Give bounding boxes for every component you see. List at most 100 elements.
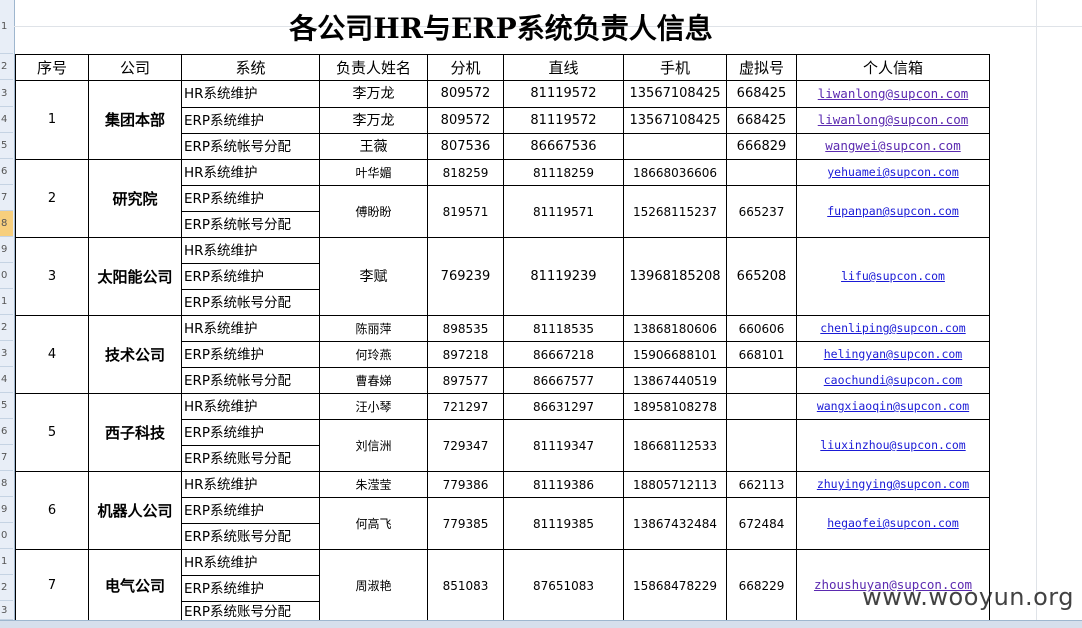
direct-cell[interactable]: 87651083	[503, 549, 624, 622]
direct-cell[interactable]: 81119239	[503, 237, 624, 316]
company-cell[interactable]: 集团本部	[88, 80, 182, 160]
ext-cell[interactable]: 729347	[427, 419, 504, 472]
direct-cell[interactable]: 81119385	[503, 497, 624, 550]
seq-cell[interactable]: 1	[15, 80, 89, 160]
row-number[interactable]: 9	[0, 497, 13, 523]
virtual-cell[interactable]: 666829	[726, 133, 797, 160]
virtual-cell[interactable]: 662113	[726, 471, 797, 498]
mobile-cell[interactable]: 13868180606	[623, 315, 727, 342]
ext-cell[interactable]: 809572	[427, 107, 504, 134]
seq-cell[interactable]: 7	[15, 549, 89, 622]
system-cell[interactable]: HR系统维护	[181, 549, 320, 576]
email-link[interactable]: hegaofei@supcon.com	[827, 516, 959, 530]
row-number[interactable]: 6	[0, 419, 13, 445]
virtual-cell[interactable]: 665237	[726, 185, 797, 238]
email-link[interactable]: zhuyingying@supcon.com	[817, 477, 969, 491]
row-number-selected[interactable]: 8	[0, 211, 13, 237]
header-ext[interactable]: 分机	[427, 54, 504, 81]
mobile-cell[interactable]: 18668036606	[623, 159, 727, 186]
system-cell[interactable]: ERP系统帐号分配	[181, 289, 320, 316]
row-number[interactable]: 0	[0, 523, 13, 549]
ext-cell[interactable]: 897577	[427, 367, 504, 394]
row-number[interactable]: 4	[0, 107, 13, 133]
direct-cell[interactable]: 81119386	[503, 471, 624, 498]
seq-cell[interactable]: 3	[15, 237, 89, 316]
system-cell[interactable]: ERP系统维护	[181, 107, 320, 134]
email-link[interactable]: liwanlong@supcon.com	[818, 86, 969, 101]
ext-cell[interactable]: 897218	[427, 341, 504, 368]
row-number[interactable]: 1	[0, 0, 13, 54]
direct-cell[interactable]: 81119347	[503, 419, 624, 472]
row-number[interactable]: 0	[0, 263, 13, 289]
header-company[interactable]: 公司	[88, 54, 182, 81]
mobile-cell[interactable]: 13567108425	[623, 80, 727, 108]
system-cell[interactable]: HR系统维护	[181, 471, 320, 498]
mobile-cell[interactable]: 15268115237	[623, 185, 727, 238]
email-link[interactable]: liwanlong@supcon.com	[818, 112, 969, 127]
direct-cell[interactable]: 81118535	[503, 315, 624, 342]
row-number[interactable]: 2	[0, 575, 13, 601]
header-system[interactable]: 系统	[181, 54, 320, 81]
system-cell[interactable]: HR系统维护	[181, 80, 320, 108]
row-number[interactable]: 3	[0, 80, 13, 107]
row-number[interactable]: 7	[0, 445, 13, 471]
system-cell[interactable]: ERP系统维护	[181, 575, 320, 602]
row-number[interactable]: 8	[0, 471, 13, 497]
owner-cell[interactable]: 李万龙	[319, 80, 428, 108]
system-cell[interactable]: ERP系统维护	[181, 263, 320, 290]
company-cell[interactable]: 电气公司	[88, 549, 182, 622]
system-cell[interactable]: ERP系统账号分配	[181, 601, 320, 622]
header-mobile[interactable]: 手机	[623, 54, 727, 81]
header-virtual[interactable]: 虚拟号	[726, 54, 797, 81]
system-cell[interactable]: ERP系统帐号分配	[181, 367, 320, 394]
company-cell[interactable]: 研究院	[88, 159, 182, 238]
email-link[interactable]: chenliping@supcon.com	[820, 321, 965, 335]
virtual-cell[interactable]: 665208	[726, 237, 797, 316]
ext-cell[interactable]: 807536	[427, 133, 504, 160]
email-link[interactable]: fupanpan@supcon.com	[827, 204, 959, 218]
email-link[interactable]: lifu@supcon.com	[841, 269, 945, 283]
company-cell[interactable]: 西子科技	[88, 393, 182, 472]
mobile-cell[interactable]	[623, 133, 727, 160]
ext-cell[interactable]: 721297	[427, 393, 504, 420]
mobile-cell[interactable]: 15906688101	[623, 341, 727, 368]
company-cell[interactable]: 机器人公司	[88, 471, 182, 550]
row-number[interactable]: 9	[0, 237, 13, 263]
owner-cell[interactable]: 曹春娣	[319, 367, 428, 394]
owner-cell[interactable]: 何高飞	[319, 497, 428, 550]
system-cell[interactable]: ERP系统账号分配	[181, 445, 320, 472]
ext-cell[interactable]: 809572	[427, 80, 504, 108]
email-link[interactable]: yehuamei@supcon.com	[827, 165, 959, 179]
company-cell[interactable]: 太阳能公司	[88, 237, 182, 316]
system-cell[interactable]: ERP系统维护	[181, 185, 320, 212]
system-cell[interactable]: HR系统维护	[181, 237, 320, 264]
company-cell[interactable]: 技术公司	[88, 315, 182, 394]
mobile-cell[interactable]: 18958108278	[623, 393, 727, 420]
system-cell[interactable]: ERP系统维护	[181, 419, 320, 446]
system-cell[interactable]: ERP系统维护	[181, 341, 320, 368]
row-number[interactable]: 4	[0, 367, 13, 393]
virtual-cell[interactable]: 668229	[726, 549, 797, 622]
ext-cell[interactable]: 779386	[427, 471, 504, 498]
ext-cell[interactable]: 769239	[427, 237, 504, 316]
row-number[interactable]: 1	[0, 289, 13, 315]
row-number[interactable]: 3	[0, 601, 13, 620]
virtual-cell[interactable]: 672484	[726, 497, 797, 550]
owner-cell[interactable]: 李赋	[319, 237, 428, 316]
email-link[interactable]: caochundi@supcon.com	[824, 373, 962, 387]
seq-cell[interactable]: 2	[15, 159, 89, 238]
direct-cell[interactable]: 86667218	[503, 341, 624, 368]
ext-cell[interactable]: 898535	[427, 315, 504, 342]
virtual-cell[interactable]: 660606	[726, 315, 797, 342]
owner-cell[interactable]: 李万龙	[319, 107, 428, 134]
system-cell[interactable]: HR系统维护	[181, 393, 320, 420]
direct-cell[interactable]: 86667536	[503, 133, 624, 160]
owner-cell[interactable]: 周淑艳	[319, 549, 428, 622]
virtual-cell[interactable]	[726, 419, 797, 472]
seq-cell[interactable]: 6	[15, 471, 89, 550]
virtual-cell[interactable]	[726, 159, 797, 186]
email-link[interactable]: helingyan@supcon.com	[824, 347, 962, 361]
row-number[interactable]: 3	[0, 341, 13, 367]
row-number[interactable]: 1	[0, 549, 13, 575]
email-link[interactable]: liuxinzhou@supcon.com	[820, 438, 965, 452]
